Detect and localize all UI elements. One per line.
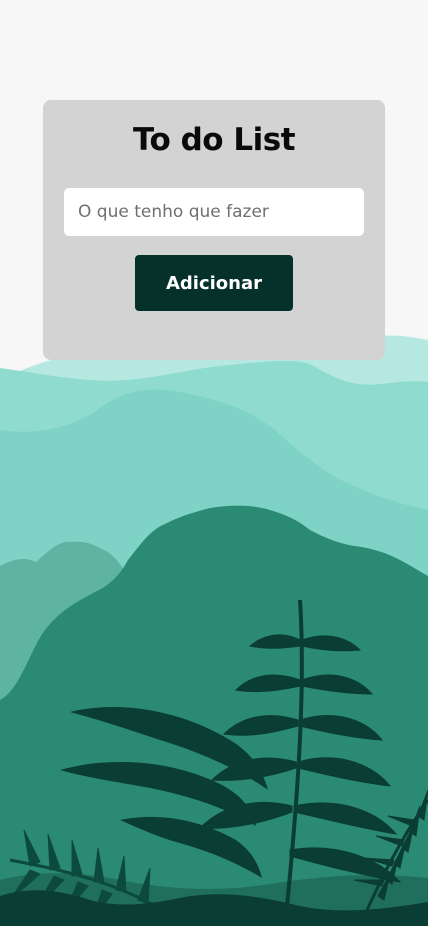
task-input[interactable] [64,188,364,236]
page-title: To do List [132,122,296,158]
todo-card: To do List Adicionar [43,100,385,360]
app-screen: To do List Adicionar [0,0,428,926]
add-task-button[interactable]: Adicionar [135,255,293,311]
